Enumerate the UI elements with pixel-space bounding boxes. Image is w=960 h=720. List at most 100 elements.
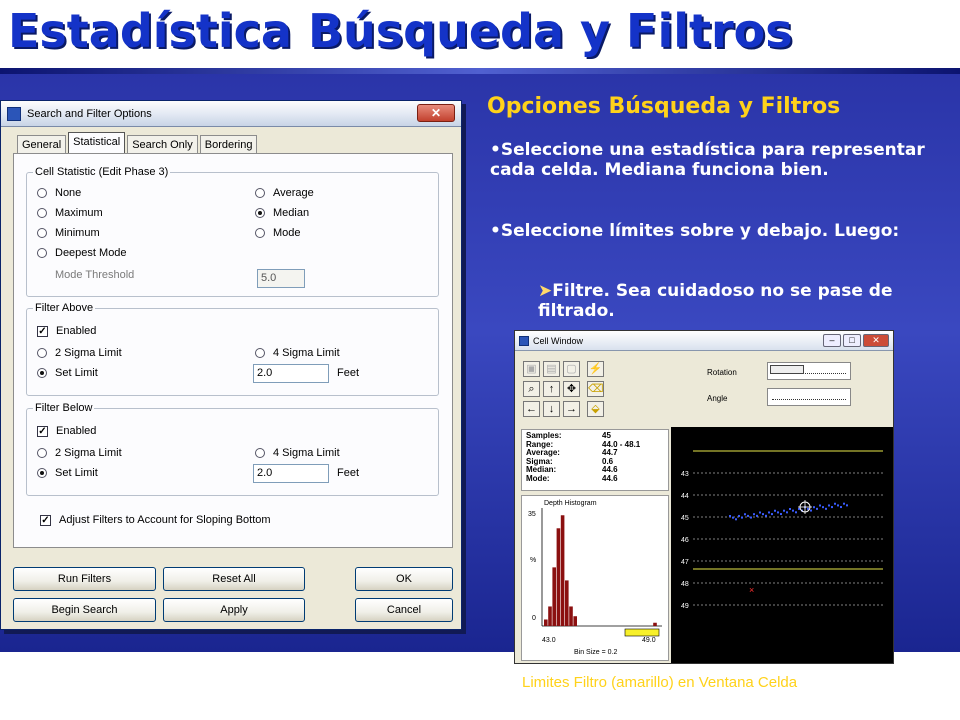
cell-statistic-label: Cell Statistic (Edit Phase 3) (33, 166, 171, 178)
radio-mode[interactable]: Mode (255, 227, 301, 239)
tool-grid-icon[interactable]: ▤ (543, 361, 560, 377)
radio-mode-label: Mode (273, 227, 301, 239)
cell-window-title: Cell Window (533, 335, 584, 346)
filter-above-set-limit-indicator[interactable] (37, 368, 47, 378)
reset-all-button[interactable]: Reset All (163, 567, 305, 591)
radio-deepest-mode-indicator[interactable] (37, 248, 47, 258)
radio-minimum[interactable]: Minimum (37, 227, 100, 239)
cell-window: Cell Window – □ ✕ ▣ ▤ ▢ ⚡ ⌕ ↑ ✥ ⌫ ← ↓ → … (514, 330, 894, 664)
filter-above-4sigma-label: 4 Sigma Limit (273, 347, 340, 359)
filter-below-2sigma-indicator[interactable] (37, 448, 47, 458)
tab-statistical[interactable]: Statistical (68, 132, 126, 153)
filter-above-value[interactable]: 2.0 (253, 364, 329, 383)
filter-above-2sigma-indicator[interactable] (37, 348, 47, 358)
sounding-point (843, 502, 845, 505)
histogram-bar (569, 606, 573, 626)
begin-search-button[interactable]: Begin Search (13, 598, 156, 622)
lightning-icon[interactable]: ⚡ (587, 361, 604, 377)
sounding-point (732, 516, 734, 519)
radio-maximum[interactable]: Maximum (37, 207, 103, 219)
radio-minimum-indicator[interactable] (37, 228, 47, 238)
mode-threshold-field[interactable]: 5.0 (257, 269, 305, 288)
tool-select-icon[interactable]: ▢ (563, 361, 580, 377)
bullet-filter-text: Filtre. Sea cuidadoso no se pase de filt… (538, 281, 893, 321)
eraser-icon[interactable]: ⌫ (587, 381, 604, 397)
filter-above-set-limit[interactable]: Set Limit (37, 367, 98, 379)
figure-caption: Limites Filtro (amarillo) en Ventana Cel… (522, 674, 798, 691)
bullet-statistic: •Seleccione una estadística para represe… (490, 140, 925, 180)
dialog-titlebar[interactable]: Search and Filter Options ✕ (1, 101, 461, 127)
histogram-bar (556, 528, 561, 626)
filter-below-enabled[interactable]: ✓ Enabled (37, 425, 96, 437)
radio-average-indicator[interactable] (255, 188, 265, 198)
rotation-thumb[interactable] (770, 365, 804, 374)
sounding-point (825, 507, 827, 510)
filter-below-value[interactable]: 2.0 (253, 464, 329, 483)
radio-deepest-mode-label: Deepest Mode (55, 247, 127, 259)
filter-above-enabled-checkbox[interactable]: ✓ (37, 325, 48, 337)
tab-general[interactable]: General (17, 135, 67, 153)
histogram-y-unit: % (530, 557, 536, 564)
radio-none-indicator[interactable] (37, 188, 47, 198)
depth-tick-label: 43 (681, 471, 689, 478)
sounding-point (753, 513, 755, 516)
arrow-right-icon[interactable]: → (563, 401, 580, 417)
filter-above-4sigma[interactable]: 4 Sigma Limit (255, 347, 340, 359)
adjust-sloping-bottom-checkbox[interactable]: ✓ (40, 514, 51, 526)
sounding-point (816, 507, 818, 510)
filter-above-enabled[interactable]: ✓ Enabled (37, 325, 96, 337)
filter-below-4sigma[interactable]: 4 Sigma Limit (255, 447, 340, 459)
stat-row: Mode: 44.6 (526, 474, 664, 484)
rotation-slider[interactable] (767, 362, 851, 380)
bucket-icon[interactable]: ⬙ (587, 401, 604, 417)
run-filters-button[interactable]: Run Filters (13, 567, 156, 591)
filter-below-enabled-checkbox[interactable]: ✓ (37, 425, 48, 437)
radio-maximum-label: Maximum (55, 207, 103, 219)
ok-button[interactable]: OK (355, 567, 453, 591)
binoculars-icon[interactable]: ⌕ (523, 381, 540, 397)
radio-median-label: Median (273, 207, 310, 219)
depth-tick-label: 44 (681, 493, 689, 500)
radio-none[interactable]: None (37, 187, 81, 199)
sounding-point (828, 504, 830, 507)
filter-below-2sigma[interactable]: 2 Sigma Limit (37, 447, 122, 459)
radio-none-label: None (55, 187, 82, 199)
depth-tick-label: 45 (681, 515, 689, 522)
cancel-button[interactable]: Cancel (355, 598, 453, 622)
filter-below-2sigma-label: 2 Sigma Limit (55, 447, 122, 459)
apply-button[interactable]: Apply (163, 598, 305, 622)
sounding-point (762, 513, 764, 516)
tool-frame-icon[interactable]: ▣ (523, 361, 540, 377)
filter-below-set-limit-indicator[interactable] (37, 468, 47, 478)
filter-above-2sigma[interactable]: 2 Sigma Limit (37, 347, 122, 359)
section-heading: Opciones Búsqueda y Filtros (487, 94, 841, 119)
radio-deepest-mode[interactable]: Deepest Mode (37, 247, 127, 259)
filter-below-set-limit[interactable]: Set Limit (37, 467, 98, 479)
histogram-bars (544, 515, 657, 626)
radio-median-indicator[interactable] (255, 208, 265, 218)
sounding-point (756, 514, 758, 517)
filter-above-4sigma-indicator[interactable] (255, 348, 265, 358)
filter-below-4sigma-indicator[interactable] (255, 448, 265, 458)
sounding-point (741, 516, 743, 519)
sounding-point (729, 515, 731, 517)
adjust-sloping-bottom[interactable]: ✓ Adjust Filters to Account for Sloping B… (40, 514, 271, 526)
radio-maximum-indicator[interactable] (37, 208, 47, 218)
move-icon[interactable]: ✥ (563, 381, 580, 397)
radio-mode-indicator[interactable] (255, 228, 265, 238)
tab-bordering[interactable]: Bordering (199, 135, 258, 153)
arrow-up-icon[interactable]: ↑ (543, 381, 560, 397)
sounding-point (759, 511, 761, 514)
close-button[interactable]: ✕ (417, 104, 455, 122)
radio-median[interactable]: Median (255, 207, 309, 219)
rejected-sounding-icon[interactable]: × (749, 585, 754, 595)
minimize-icon[interactable]: – (823, 334, 841, 347)
angle-slider[interactable] (767, 388, 851, 406)
cell-window-close-icon[interactable]: ✕ (863, 334, 889, 347)
radio-average[interactable]: Average (255, 187, 314, 199)
arrow-down-icon[interactable]: ↓ (543, 401, 560, 417)
arrow-left-icon[interactable]: ← (523, 401, 540, 417)
filter-above-set-limit-label: Set Limit (55, 367, 98, 379)
maximize-icon[interactable]: □ (843, 334, 861, 347)
tab-search-only[interactable]: Search Only (127, 135, 198, 153)
